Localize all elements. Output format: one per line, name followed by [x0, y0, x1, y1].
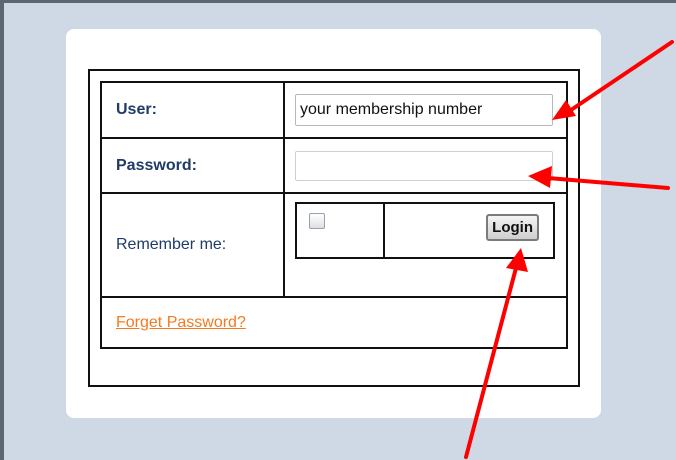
arrow-head-password: [528, 166, 552, 188]
arrow-to-user-input: [566, 40, 674, 114]
annotation-arrows: [464, 40, 674, 459]
arrow-to-login-button: [464, 266, 518, 459]
arrow-to-password-input: [546, 176, 670, 190]
arrow-head-login: [506, 248, 528, 272]
